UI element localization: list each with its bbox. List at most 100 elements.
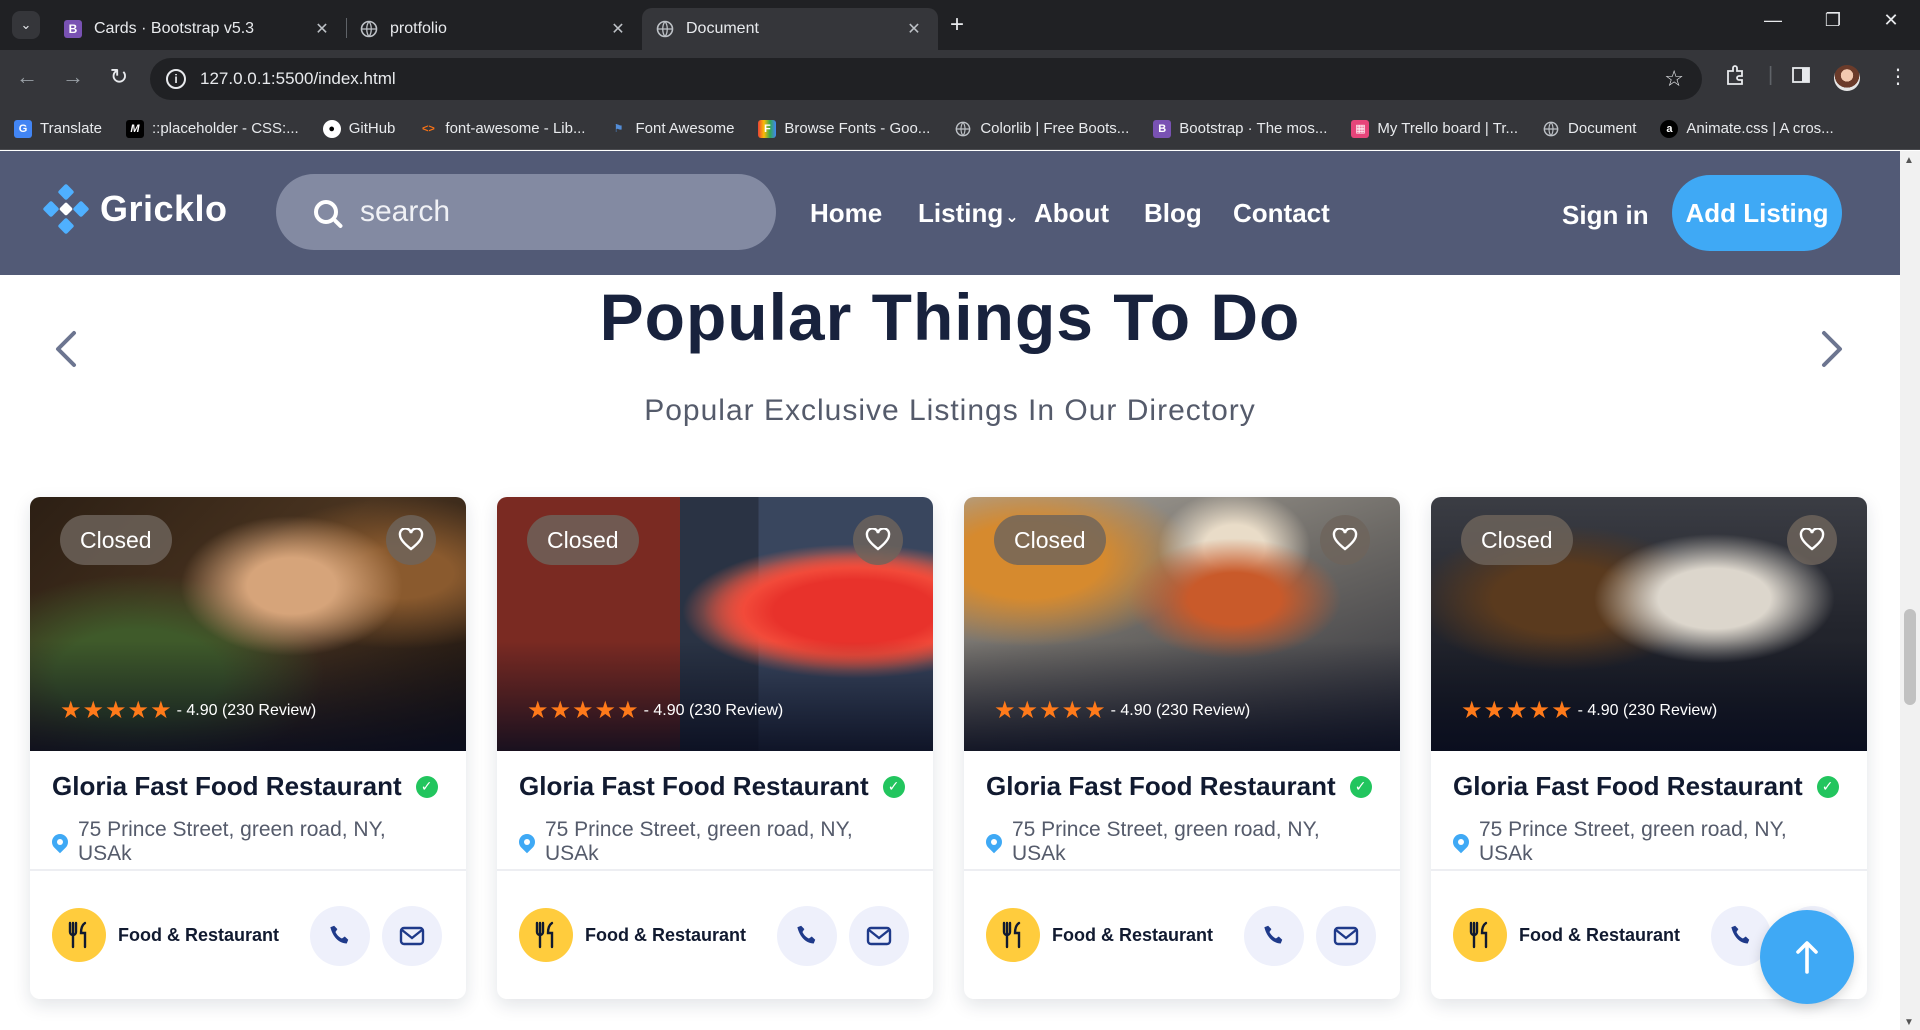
profile-avatar[interactable] bbox=[1834, 65, 1860, 91]
omnibox[interactable]: i ☆ bbox=[150, 58, 1702, 100]
back-to-top-button[interactable] bbox=[1760, 910, 1854, 1004]
back-icon[interactable]: ← bbox=[12, 64, 42, 90]
envelope-icon[interactable] bbox=[849, 906, 909, 966]
search-input[interactable] bbox=[360, 195, 760, 229]
listing-name: Gloria Fast Food Restaurant bbox=[52, 771, 402, 801]
status-badge: Closed bbox=[994, 515, 1106, 565]
bookmark-document[interactable]: Document bbox=[1542, 120, 1636, 138]
phone-icon[interactable] bbox=[777, 906, 837, 966]
category-label[interactable]: Food & Restaurant bbox=[1052, 925, 1213, 946]
tab-search-button[interactable]: ⌄ bbox=[12, 11, 40, 39]
phone-icon[interactable] bbox=[1244, 906, 1304, 966]
bookmark-star-icon[interactable]: ☆ bbox=[1664, 66, 1684, 92]
bootstrap-icon: B bbox=[1153, 119, 1172, 138]
rating: ★★★★★ - 4.90 (230 Review) bbox=[60, 696, 316, 725]
heart-icon[interactable] bbox=[1787, 515, 1837, 565]
tab-document[interactable]: Document ✕ bbox=[642, 8, 938, 50]
bookmark-animate-css[interactable]: a Animate.css | A cros... bbox=[1660, 119, 1834, 138]
flag-icon: ⚑ bbox=[613, 123, 624, 135]
heart-icon[interactable] bbox=[386, 515, 436, 565]
kebab-menu-icon[interactable]: ⋮ bbox=[1888, 64, 1908, 89]
logo-text: Gricklo bbox=[100, 188, 228, 229]
listing-card[interactable]: Closed ★★★★★ - 4.90 (230 Review) Gloria F… bbox=[964, 497, 1400, 999]
star-rating-icon: ★★★★★ bbox=[994, 697, 1107, 724]
category-label[interactable]: Food & Restaurant bbox=[1519, 925, 1680, 946]
nav-contact[interactable]: Contact bbox=[1233, 198, 1330, 229]
section-subtitle: Popular Exclusive Listings In Our Direct… bbox=[644, 394, 1256, 427]
close-window-icon[interactable]: ✕ bbox=[1868, 10, 1914, 31]
listing-title[interactable]: Gloria Fast Food Restaurant ✓ bbox=[519, 771, 911, 802]
page-scrollbar[interactable]: ▲ ▼ bbox=[1900, 151, 1920, 1030]
listing-photo: Closed ★★★★★ - 4.90 (230 Review) bbox=[964, 497, 1400, 751]
envelope-icon[interactable] bbox=[1316, 906, 1376, 966]
tab-protfolio[interactable]: protfolio ✕ bbox=[346, 8, 642, 50]
envelope-icon[interactable] bbox=[382, 906, 442, 966]
listing-title[interactable]: Gloria Fast Food Restaurant ✓ bbox=[1453, 771, 1845, 802]
add-listing-button[interactable]: Add Listing bbox=[1672, 175, 1842, 251]
bookmark-trello[interactable]: ▦ My Trello board | Tr... bbox=[1351, 119, 1518, 138]
address-bar-row: ← → ↻ i ☆ | ⋮ bbox=[0, 50, 1920, 108]
map-pin-icon bbox=[515, 830, 539, 854]
scroll-thumb[interactable] bbox=[1904, 609, 1916, 705]
minimize-icon[interactable]: — bbox=[1750, 10, 1796, 31]
category-label[interactable]: Food & Restaurant bbox=[585, 925, 746, 946]
listing-card[interactable]: Closed ★★★★★ - 4.90 (230 Review) Gloria F… bbox=[30, 497, 466, 999]
address-text: 75 Prince Street, green road, NY, USAk bbox=[544, 818, 853, 865]
search-icon bbox=[314, 200, 338, 224]
site-logo[interactable]: Gricklo bbox=[42, 183, 228, 235]
extensions-icon[interactable] bbox=[1724, 64, 1746, 92]
listing-title[interactable]: Gloria Fast Food Restaurant ✓ bbox=[52, 771, 444, 802]
forward-icon[interactable]: → bbox=[58, 64, 88, 90]
new-tab-button[interactable]: + bbox=[950, 12, 964, 38]
code-icon: <> bbox=[421, 122, 435, 135]
bookmark-bootstrap[interactable]: B Bootstrap · The mos... bbox=[1153, 119, 1327, 138]
bookmark-github[interactable]: ● GitHub bbox=[322, 119, 395, 138]
restore-icon[interactable]: ❐ bbox=[1810, 10, 1856, 31]
bookmark-placeholder-css[interactable]: M::placeholder - CSS:... bbox=[125, 119, 299, 138]
bookmark-colorlib[interactable]: Colorlib | Free Boots... bbox=[954, 120, 1129, 138]
bookmark-translate[interactable]: G Translate bbox=[14, 119, 102, 138]
nav-blog[interactable]: Blog bbox=[1144, 198, 1202, 229]
listing-photo: Closed ★★★★★ - 4.90 (230 Review) bbox=[30, 497, 466, 751]
nav-home[interactable]: Home bbox=[810, 198, 882, 229]
globe-icon bbox=[954, 120, 972, 138]
site-search[interactable] bbox=[276, 174, 776, 250]
bookmark-google-fonts[interactable]: F Browse Fonts - Goo... bbox=[758, 119, 930, 138]
animate-icon: a bbox=[1660, 119, 1679, 138]
nav-listing-label: Listing bbox=[918, 198, 1004, 228]
bookmark-font-awesome[interactable]: ⚑ Font Awesome bbox=[609, 120, 735, 138]
arrow-up-icon bbox=[1796, 941, 1818, 974]
listing-card[interactable]: Closed ★★★★★ - 4.90 (230 Review) Gloria F… bbox=[497, 497, 933, 999]
nav-listing[interactable]: Listing ⌄ bbox=[918, 198, 1019, 229]
bookmark-label: ::placeholder - CSS:... bbox=[151, 120, 299, 137]
section-title: Popular Things To Do bbox=[599, 280, 1301, 354]
google-fonts-icon: F bbox=[758, 119, 777, 138]
listing-photo: Closed ★★★★★ - 4.90 (230 Review) bbox=[497, 497, 933, 751]
nav-about[interactable]: About bbox=[1034, 198, 1109, 229]
side-panel-icon[interactable] bbox=[1790, 64, 1812, 92]
phone-icon[interactable] bbox=[310, 906, 370, 966]
scroll-up-icon[interactable]: ▲ bbox=[1904, 155, 1914, 166]
rating-text: - 4.90 (230 Review) bbox=[1110, 701, 1251, 719]
bookmark-label: Colorlib | Free Boots... bbox=[980, 120, 1130, 137]
close-icon[interactable]: ✕ bbox=[904, 19, 924, 39]
rating: ★★★★★ - 4.90 (230 Review) bbox=[527, 696, 783, 725]
heart-icon[interactable] bbox=[853, 515, 903, 565]
close-icon[interactable]: ✕ bbox=[312, 19, 332, 39]
url-input[interactable] bbox=[200, 69, 1500, 89]
globe-icon bbox=[1542, 120, 1560, 138]
listing-title[interactable]: Gloria Fast Food Restaurant ✓ bbox=[986, 771, 1378, 802]
status-badge: Closed bbox=[1461, 515, 1573, 565]
site-info-icon[interactable]: i bbox=[166, 69, 186, 89]
scroll-down-icon[interactable]: ▼ bbox=[1904, 1017, 1914, 1028]
rating-text: - 4.90 (230 Review) bbox=[643, 701, 784, 719]
heart-icon[interactable] bbox=[1320, 515, 1370, 565]
tab-bootstrap-cards[interactable]: B Cards · Bootstrap v5.3 ✕ bbox=[50, 8, 346, 50]
category-label[interactable]: Food & Restaurant bbox=[118, 925, 279, 946]
map-pin-icon bbox=[982, 830, 1006, 854]
sign-in-link[interactable]: Sign in bbox=[1562, 200, 1649, 231]
reload-icon[interactable]: ↻ bbox=[104, 64, 134, 90]
rating: ★★★★★ - 4.90 (230 Review) bbox=[1461, 696, 1717, 725]
bookmark-font-awesome-lib[interactable]: <> font-awesome - Lib... bbox=[419, 120, 586, 138]
close-icon[interactable]: ✕ bbox=[608, 19, 628, 39]
